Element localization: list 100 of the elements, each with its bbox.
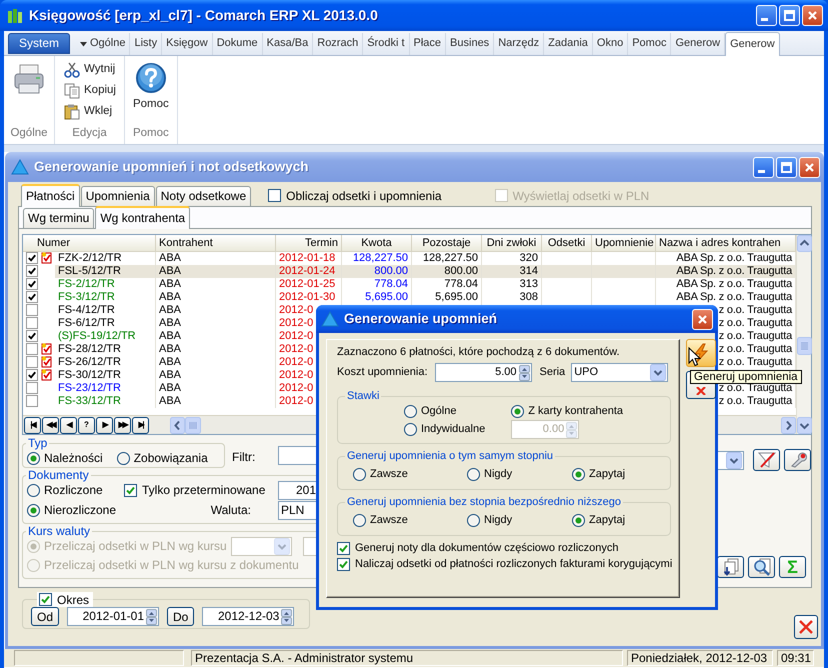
tab[interactable]: Noty odsetkowe: [156, 186, 252, 206]
ribbon-tab[interactable]: Generow: [725, 32, 780, 56]
radio-label[interactable]: Nigdy: [484, 514, 512, 527]
ribbon-tab[interactable]: Kasa/Ba: [262, 33, 314, 55]
checkbox[interactable]: [337, 542, 350, 556]
help-button[interactable]: Pomoc: [130, 60, 171, 127]
row-checkbox[interactable]: [26, 343, 38, 355]
date-field[interactable]: 201: [278, 481, 316, 500]
nav-button[interactable]: ▶|: [132, 416, 149, 434]
column-header[interactable]: Dni zwłoki: [482, 235, 542, 251]
nav-button[interactable]: ▶▶: [114, 416, 131, 434]
ribbon-button[interactable]: Kopiuj: [61, 81, 118, 100]
row-checkbox[interactable]: [26, 356, 38, 368]
to-button[interactable]: Do: [167, 607, 194, 626]
nav-button[interactable]: ◀◀: [42, 416, 59, 434]
checkbox-label[interactable]: Tylko przeterminowane: [142, 483, 266, 498]
column-header[interactable]: Odsetki: [542, 235, 592, 251]
radio-button[interactable]: [467, 514, 480, 527]
radio-label[interactable]: Zawsze: [370, 514, 408, 527]
row-checkbox[interactable]: [26, 304, 38, 316]
row-highlight[interactable]: FSL-5/12/TR ABA 2012-01-24 800.00 800.00 314 ABA Sp. z o.o. Traugutta: [23, 265, 796, 278]
column-header[interactable]: Numer: [23, 235, 156, 251]
row-checkbox[interactable]: [26, 382, 38, 394]
checkbox[interactable]: [124, 484, 137, 497]
checkbox-label[interactable]: Naliczaj odsetki od płatności rozliczonych fakturami korygującymi: [355, 558, 672, 572]
nav-button[interactable]: ?: [78, 416, 95, 434]
nav-button[interactable]: ▶: [96, 416, 113, 434]
ribbon-tab[interactable]: Narzędz: [494, 33, 544, 55]
settings-button[interactable]: [784, 449, 811, 471]
currency-field[interactable]: PLN: [278, 501, 316, 520]
filter-field[interactable]: [278, 446, 316, 465]
radio-label[interactable]: Zapytaj: [589, 514, 626, 527]
checkbox[interactable]: [337, 558, 350, 572]
radio-label[interactable]: Zawsze: [370, 468, 408, 481]
column-header[interactable]: Pozostaje: [412, 235, 482, 251]
radio-label[interactable]: Indywidualne: [421, 422, 486, 436]
system-button[interactable]: System: [8, 33, 70, 54]
series-dropdown[interactable]: UPO: [571, 363, 668, 382]
radio-button[interactable]: [353, 514, 366, 527]
radio-button[interactable]: [467, 468, 480, 481]
minimize-button[interactable]: [756, 5, 777, 26]
row-checkbox[interactable]: [26, 252, 38, 264]
radio-button[interactable]: [404, 404, 417, 418]
row-checkbox[interactable]: [26, 278, 38, 290]
ribbon-tab[interactable]: Busines: [446, 33, 494, 55]
radio-label[interactable]: Należności: [44, 450, 103, 466]
row-checkbox[interactable]: [26, 291, 38, 303]
ribbon-tab[interactable]: Księgow: [162, 33, 213, 55]
row-checkbox[interactable]: [26, 317, 38, 329]
tab[interactable]: Wg kontrahenta: [95, 206, 190, 229]
tab[interactable]: Płatności: [21, 184, 80, 207]
nav-button[interactable]: ◀: [60, 416, 77, 434]
ribbon-tab[interactable]: Zadania: [544, 33, 593, 55]
radio-label[interactable]: Ogólne: [421, 404, 456, 418]
radio-label[interactable]: Zapytaj: [589, 468, 626, 481]
radio-label[interactable]: Nigdy: [484, 468, 512, 481]
filter-dropdown[interactable]: [717, 450, 744, 470]
radio-label[interactable]: Rozliczone: [44, 482, 103, 498]
row-checkbox[interactable]: [26, 330, 38, 342]
from-button[interactable]: Od: [31, 607, 60, 626]
column-header[interactable]: Kwota: [342, 235, 412, 251]
date-field[interactable]: 2012-01-01: [67, 607, 160, 626]
radio-button[interactable]: [116, 452, 130, 464]
ribbon-tab[interactable]: Pomoc: [628, 33, 672, 55]
checkbox[interactable]: [268, 189, 282, 202]
column-header[interactable]: Termin: [276, 235, 342, 251]
row-checkbox[interactable]: [26, 265, 38, 277]
export-button[interactable]: [717, 556, 744, 578]
radio-button[interactable]: [572, 468, 585, 481]
ribbon-tab[interactable]: Rozrach: [313, 33, 364, 55]
radio-button[interactable]: [511, 404, 524, 418]
radio-button[interactable]: [27, 452, 40, 464]
minimize-button[interactable]: [753, 156, 774, 178]
ribbon-tab[interactable]: Płace: [410, 33, 446, 55]
radio-button[interactable]: [404, 422, 417, 436]
row-checkbox[interactable]: [26, 395, 38, 407]
column-header[interactable]: Upomnienie: [592, 235, 656, 251]
checkbox-label[interactable]: Generuj noty dla dokumentów częściowo rozliczonych: [355, 542, 619, 556]
checkbox[interactable]: [39, 593, 52, 606]
cost-field[interactable]: 5.00: [434, 363, 532, 382]
checkbox-label[interactable]: Obliczaj odsetki i upomnienia: [286, 188, 442, 203]
radio-label[interactable]: Zobowiązania: [134, 450, 208, 466]
radio-label[interactable]: Z karty kontrahenta: [528, 404, 623, 418]
maximize-button[interactable]: [776, 156, 797, 178]
maximize-button[interactable]: [779, 5, 800, 26]
preview-button[interactable]: [748, 556, 775, 578]
tab[interactable]: Wg terminu: [23, 208, 94, 228]
nav-button[interactable]: |◀: [24, 416, 41, 434]
row-checkbox[interactable]: [26, 369, 38, 381]
ribbon-tab[interactable]: Dokume: [212, 33, 263, 55]
column-header[interactable]: Kontrahent: [156, 235, 276, 251]
ribbon-tab[interactable]: Ogólne: [76, 33, 130, 55]
clear-filter-button[interactable]: [753, 449, 780, 471]
ribbon-button[interactable]: Wklej: [61, 102, 118, 121]
close-button[interactable]: [794, 615, 818, 639]
radio-label[interactable]: Nierozliczone: [44, 502, 116, 518]
radio-button[interactable]: [27, 484, 40, 496]
tab[interactable]: Upomnienia: [80, 186, 155, 206]
ribbon-tab[interactable]: Okno: [592, 33, 628, 55]
radio-button[interactable]: [27, 504, 40, 516]
